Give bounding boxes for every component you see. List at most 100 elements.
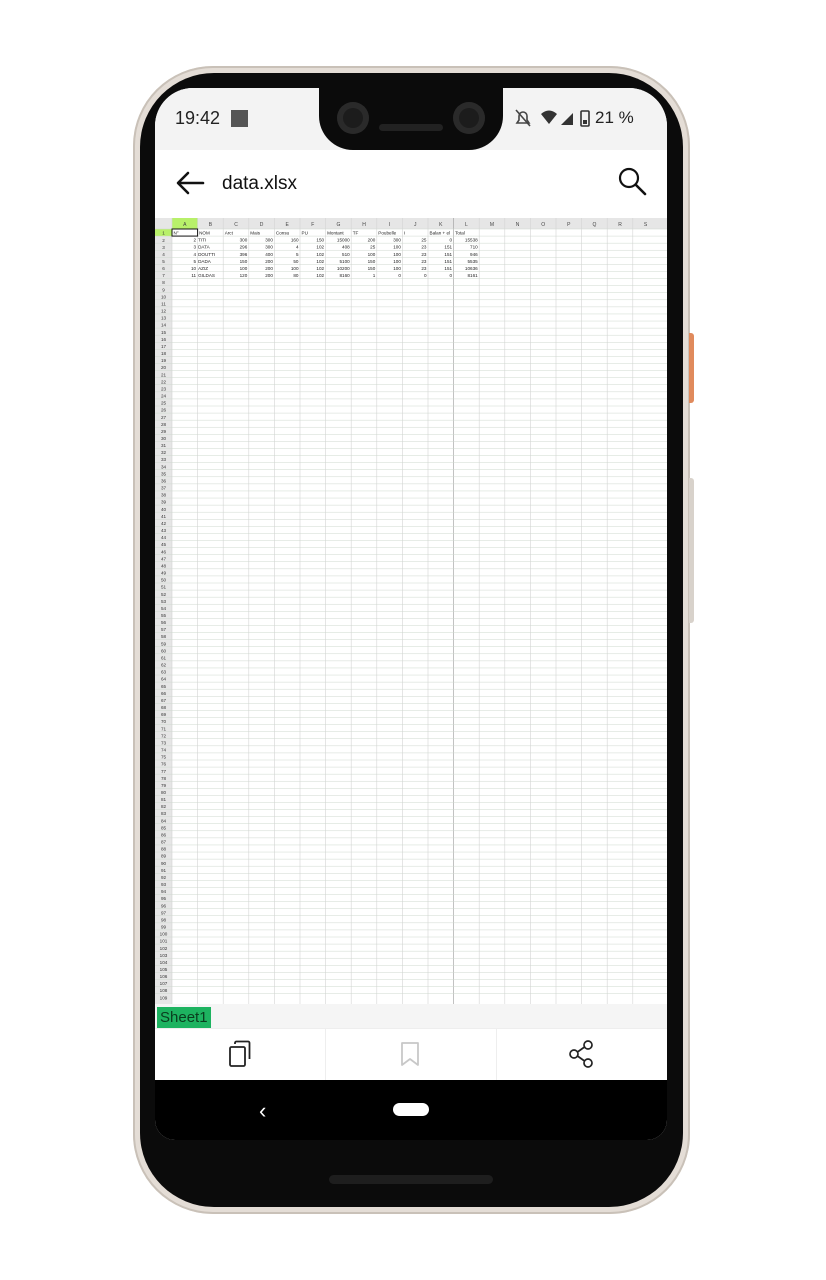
- data-cell: 396: [240, 252, 248, 257]
- row-header-10: 10: [161, 294, 167, 299]
- row-header-38: 38: [161, 493, 167, 498]
- data-cell: 102: [316, 245, 324, 250]
- data-cell: 3: [194, 245, 197, 250]
- nav-home-pill[interactable]: [393, 1103, 429, 1116]
- column-header-q: Q: [592, 222, 596, 228]
- data-cell: 300: [393, 238, 401, 243]
- data-cell: 100: [240, 266, 248, 271]
- volume-button: [689, 478, 694, 623]
- row-header-24: 24: [161, 394, 167, 399]
- row-header-27: 27: [161, 415, 167, 420]
- row-header-19: 19: [161, 358, 167, 363]
- row-header-58: 58: [161, 634, 167, 639]
- row-header-89: 89: [161, 854, 167, 859]
- data-cell: 300: [265, 238, 273, 243]
- data-cell: 200: [368, 238, 376, 243]
- row-header-25: 25: [161, 401, 167, 406]
- data-cell: 100: [368, 252, 376, 257]
- data-cell: 100: [393, 266, 401, 271]
- search-icon[interactable]: [617, 166, 647, 196]
- column-header-r: R: [618, 222, 622, 228]
- row-header-84: 84: [161, 818, 167, 823]
- row-header-45: 45: [161, 542, 167, 547]
- header-cell: PU: [302, 231, 308, 236]
- row-header-47: 47: [161, 556, 167, 561]
- row-header-44: 44: [161, 535, 167, 540]
- status-icons: [515, 109, 590, 127]
- header-cell: NOM: [199, 231, 210, 236]
- row-header-34: 34: [161, 464, 167, 469]
- copy-button[interactable]: [155, 1029, 325, 1081]
- row-header-80: 80: [161, 790, 167, 795]
- row-header-61: 61: [161, 655, 167, 660]
- data-cell: 946: [470, 252, 478, 257]
- copy-icon: [229, 1040, 251, 1067]
- spreadsheet-grid[interactable]: A B C D E F G H I J K L M N O P Q R S123456789101112131415…: [155, 218, 667, 1004]
- data-cell: 408: [342, 245, 350, 250]
- row-header-73: 73: [161, 740, 167, 745]
- data-cell: 150: [240, 259, 248, 264]
- row-header-60: 60: [161, 648, 167, 653]
- data-cell: 102: [316, 273, 324, 278]
- row-header-31: 31: [161, 443, 167, 448]
- row-header-91: 91: [161, 868, 167, 873]
- data-cell: 151: [444, 266, 452, 271]
- header-cell: Consu: [276, 231, 290, 236]
- data-cell: 102: [316, 266, 324, 271]
- data-cell: 1: [373, 273, 376, 278]
- data-cell: 23: [421, 266, 427, 271]
- row-header-21: 21: [161, 372, 167, 377]
- column-header-n: N: [516, 222, 520, 228]
- column-header-m: M: [490, 222, 494, 228]
- data-cell: DADA: [198, 259, 212, 264]
- data-cell: 151: [444, 245, 452, 250]
- share-button[interactable]: [497, 1029, 667, 1081]
- row-header-78: 78: [161, 776, 167, 781]
- row-header-14: 14: [161, 323, 167, 328]
- data-cell: 100: [291, 266, 299, 271]
- header-cell: N°: [174, 231, 179, 236]
- row-header-86: 86: [161, 832, 167, 837]
- header-cell: Arct: [225, 231, 234, 236]
- data-cell: 10200: [337, 266, 350, 271]
- row-header-48: 48: [161, 563, 167, 568]
- row-header-46: 46: [161, 549, 167, 554]
- data-cell: 5535: [467, 259, 478, 264]
- power-button: [689, 333, 694, 403]
- column-header-c: C: [234, 222, 238, 228]
- data-cell: 200: [265, 273, 273, 278]
- row-header-15: 15: [161, 330, 167, 335]
- back-arrow-icon[interactable]: [175, 170, 205, 196]
- row-header-65: 65: [161, 684, 167, 689]
- row-header-57: 57: [161, 627, 167, 632]
- data-cell: TITI: [198, 238, 206, 243]
- row-header-51: 51: [161, 585, 167, 590]
- data-cell: 23: [421, 252, 427, 257]
- signal-icon: [561, 113, 573, 125]
- data-cell: 150: [316, 238, 324, 243]
- app-bar: data.xlsx: [155, 150, 667, 218]
- data-cell: 710: [470, 245, 478, 250]
- data-cell: 5: [296, 252, 299, 257]
- data-cell: 100: [393, 245, 401, 250]
- bottom-toolbar: [155, 1028, 667, 1081]
- data-cell: 150: [368, 266, 376, 271]
- row-header-105: 105: [160, 967, 168, 972]
- data-cell: GILDAS: [198, 273, 215, 278]
- data-cell: 2: [194, 238, 197, 243]
- row-header-99: 99: [161, 925, 167, 930]
- column-header-d: D: [260, 222, 264, 228]
- status-time: 19:42: [175, 108, 221, 128]
- row-header-82: 82: [161, 804, 167, 809]
- data-cell: 102: [316, 252, 324, 257]
- data-cell: 296: [240, 245, 248, 250]
- spreadsheet-view[interactable]: A B C D E F G H I J K L M N O P Q R S 1 2 3 4 5 6 7 8 9 10 11 12 13 14 15…: [155, 218, 667, 1004]
- bookmark-button[interactable]: [326, 1029, 496, 1081]
- header-cell: Montant: [327, 231, 344, 236]
- nav-back-icon[interactable]: ‹: [259, 1098, 266, 1124]
- row-header-30: 30: [161, 436, 167, 441]
- row-header-87: 87: [161, 840, 167, 845]
- sheet-tab-sheet1[interactable]: Sheet1: [157, 1007, 211, 1028]
- row-header-3: 3: [162, 245, 165, 250]
- row-header-96: 96: [161, 903, 167, 908]
